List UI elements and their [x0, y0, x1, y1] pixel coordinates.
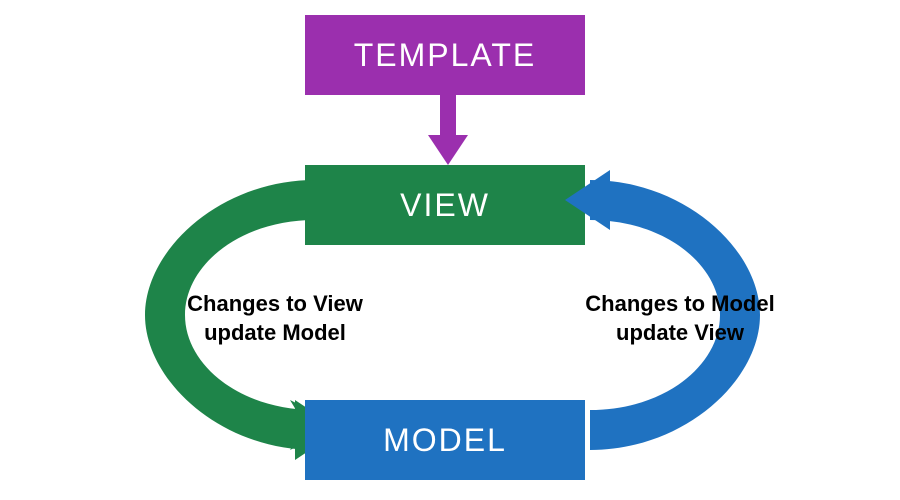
label-view-to-model: Changes to View update Model	[170, 290, 380, 347]
model-label: MODEL	[383, 422, 507, 459]
template-label: TEMPLATE	[354, 37, 537, 74]
view-box: VIEW	[305, 165, 585, 245]
label-model-to-view: Changes to Model update View	[570, 290, 790, 347]
template-box: TEMPLATE	[305, 15, 585, 95]
view-label: VIEW	[400, 187, 490, 224]
arrow-template-to-view-icon	[428, 95, 468, 170]
model-box: MODEL	[305, 400, 585, 480]
